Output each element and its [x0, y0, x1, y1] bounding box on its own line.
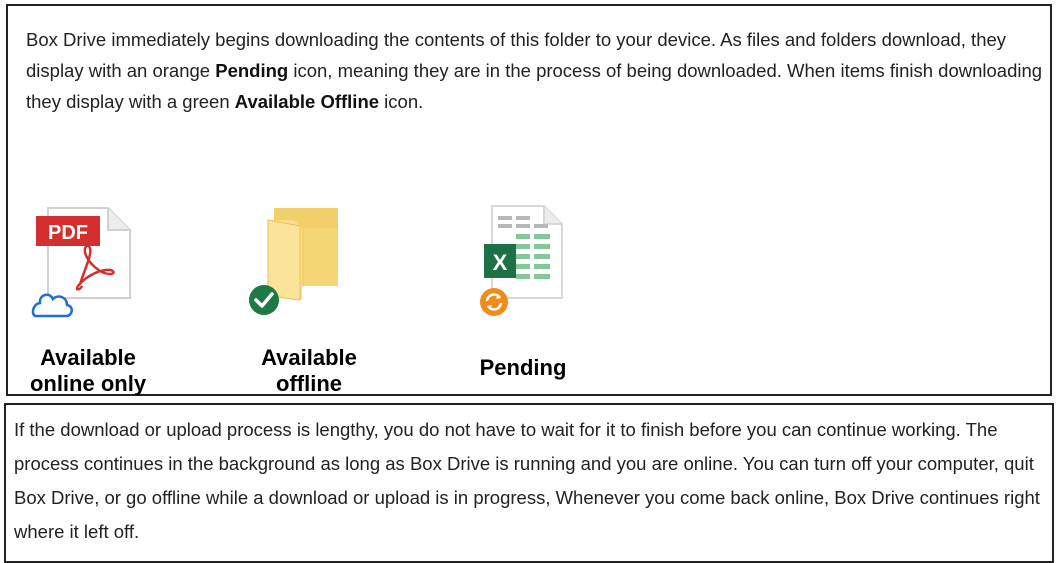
intro-panel: Box Drive immediately begins downloading…	[6, 4, 1052, 396]
orange-sync-icon	[480, 288, 508, 316]
pending-term: Pending	[215, 60, 289, 81]
svg-text:PDF: PDF	[48, 222, 88, 244]
pending-label: Pending	[479, 355, 567, 380]
folder-icon	[249, 208, 338, 315]
intro-text-3: icon.	[379, 91, 424, 112]
intro-paragraph: Box Drive immediately begins downloading…	[26, 24, 1056, 117]
available-offline-label: Available offline	[261, 345, 357, 396]
footer-paragraph: If the download or upload process is len…	[14, 419, 1040, 542]
available-offline-item: Available offline	[244, 204, 374, 397]
excel-file-icon: X	[480, 205, 563, 316]
online-only-label: Available online only	[29, 345, 147, 396]
online-only-item: PDF Available online only	[30, 206, 160, 397]
pdf-file-icon: PDF	[31, 207, 131, 318]
available-offline-term: Available Offline	[234, 91, 380, 112]
footer-panel: If the download or upload process is len…	[4, 403, 1054, 563]
pending-item: X Pending	[458, 204, 588, 381]
green-check-icon	[249, 285, 279, 315]
svg-text:X: X	[493, 250, 508, 275]
